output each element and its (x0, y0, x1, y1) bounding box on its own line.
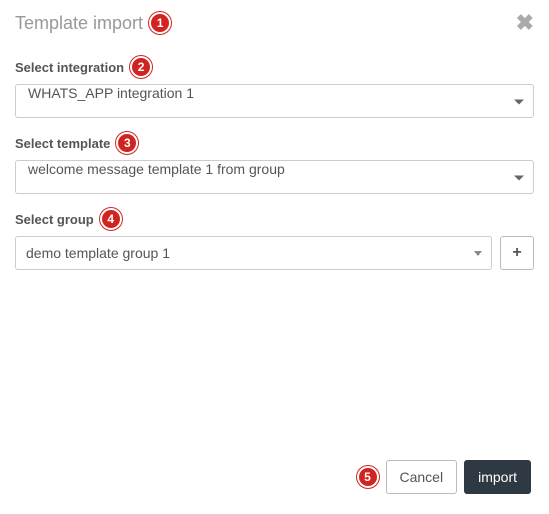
close-icon[interactable]: ✖ (516, 12, 534, 34)
plus-icon: + (512, 244, 521, 262)
field-integration: Select integration 2 WHATS_APP integrati… (15, 56, 534, 118)
label-row-template: Select template 3 (15, 132, 534, 154)
integration-select-wrap: WHATS_APP integration 1 (15, 84, 534, 118)
label-row-group: Select group 4 (15, 208, 534, 230)
field-group-section: Select group 4 demo template group 1 + (15, 208, 534, 270)
group-select[interactable]: demo template group 1 (15, 236, 492, 270)
step-badge-2: 2 (130, 56, 152, 78)
add-group-button[interactable]: + (500, 236, 534, 270)
modal-footer: 5 Cancel import (357, 460, 532, 494)
step-badge-4: 4 (100, 208, 122, 230)
integration-select[interactable]: WHATS_APP integration 1 (15, 84, 534, 118)
template-select[interactable]: welcome message template 1 from group (15, 160, 534, 194)
template-select-wrap: welcome message template 1 from group (15, 160, 534, 194)
group-label: Select group (15, 212, 94, 227)
group-row: demo template group 1 + (15, 236, 534, 270)
group-select-wrap: demo template group 1 (15, 236, 492, 270)
step-badge-3: 3 (116, 132, 138, 154)
integration-label: Select integration (15, 60, 124, 75)
modal-header: Template import 1 ✖ (15, 12, 534, 34)
step-badge-1: 1 (149, 12, 171, 34)
step-badge-5: 5 (357, 466, 379, 488)
modal-title: Template import (15, 13, 143, 34)
template-label: Select template (15, 136, 110, 151)
title-wrap: Template import 1 (15, 12, 171, 34)
cancel-button[interactable]: Cancel (386, 460, 458, 494)
field-template: Select template 3 welcome message templa… (15, 132, 534, 194)
label-row-integration: Select integration 2 (15, 56, 534, 78)
import-button[interactable]: import (464, 460, 531, 494)
